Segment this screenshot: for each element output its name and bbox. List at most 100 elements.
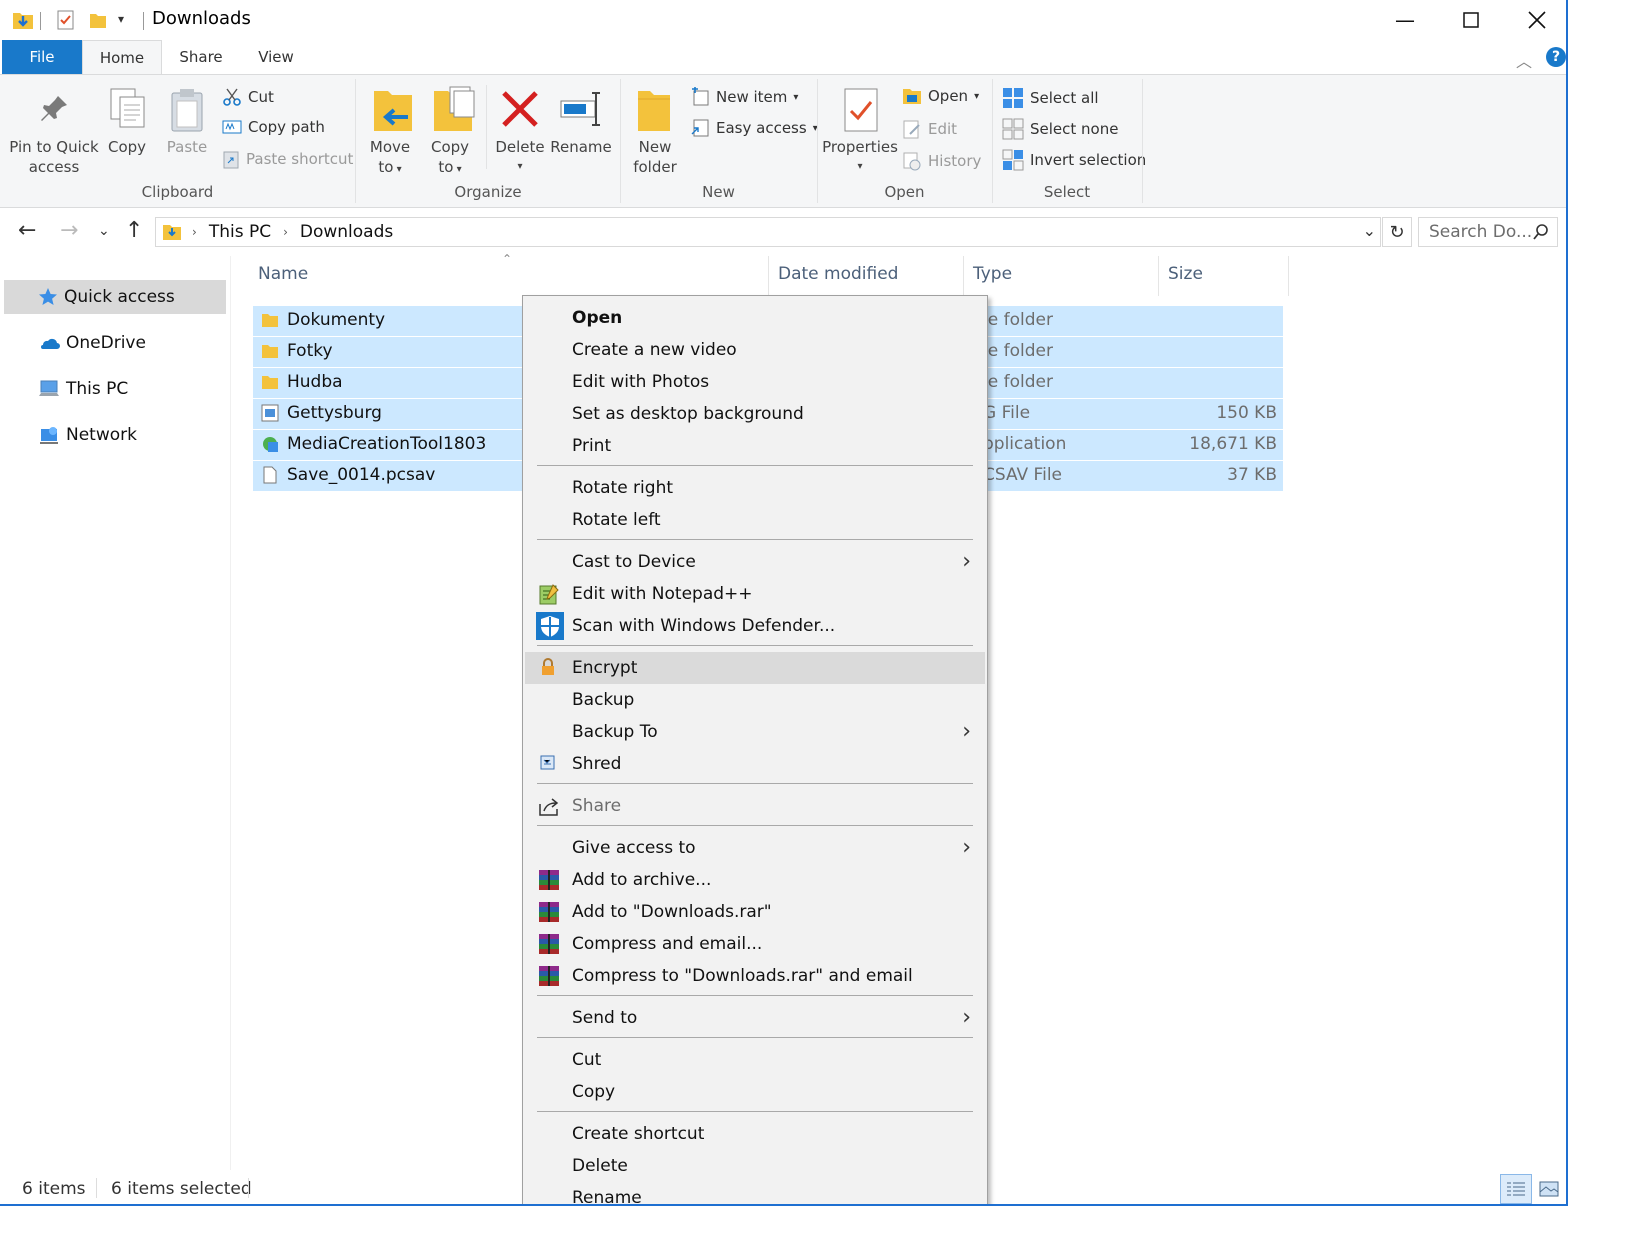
recent-locations-chevron-icon[interactable]: ⌄ — [98, 223, 110, 239]
menu-item-backup[interactable]: Backup — [525, 684, 985, 716]
edit-button[interactable]: Edit — [902, 119, 957, 139]
address-bar[interactable]: › This PC › Downloads ⌄ — [155, 217, 1381, 247]
pin-to-quick-access-button[interactable]: Pin to Quick access — [8, 137, 100, 177]
select-none-button[interactable]: Select none — [1002, 118, 1118, 140]
copy-path-button[interactable]: Copy path — [222, 118, 325, 136]
menu-item-compress-email[interactable]: Compress and email... — [525, 928, 985, 960]
back-arrow-icon[interactable]: ← — [18, 218, 36, 243]
menu-label: Compress and email... — [572, 934, 763, 954]
menu-item-delete[interactable]: Delete — [525, 1150, 985, 1182]
column-header-name[interactable]: Name — [258, 264, 308, 290]
breadcrumb-downloads[interactable]: Downloads — [300, 222, 393, 242]
minimize-button[interactable]: — — [1372, 0, 1438, 40]
file-type: CSAV File — [983, 465, 1062, 485]
nav-item-onedrive[interactable]: OneDrive — [4, 326, 226, 360]
easy-access-button[interactable]: Easy access ▾ — [690, 118, 818, 138]
menu-item-create-shortcut[interactable]: Create shortcut — [525, 1118, 985, 1150]
new-folder-quick-icon[interactable] — [88, 10, 108, 30]
move-to-icon — [374, 91, 412, 131]
menu-item-share[interactable]: Share — [525, 790, 985, 822]
column-header-date-modified[interactable]: Date modified — [778, 264, 898, 290]
history-button[interactable]: History — [902, 151, 981, 171]
menu-item-scan-defender[interactable]: Scan with Windows Defender... — [525, 610, 985, 642]
menu-separator — [537, 995, 973, 996]
menu-label: Print — [572, 436, 612, 456]
details-view-button[interactable] — [1500, 1174, 1532, 1204]
help-icon[interactable]: ? — [1546, 47, 1566, 67]
close-button[interactable] — [1504, 0, 1566, 40]
maximize-button[interactable] — [1438, 0, 1504, 40]
open-label: Open — [928, 87, 969, 105]
cut-button[interactable]: Cut — [222, 87, 274, 107]
menu-item-copy[interactable]: Copy — [525, 1076, 985, 1108]
move-to-button[interactable]: Move to ▾ — [362, 137, 418, 180]
menu-label: Give access to — [572, 838, 696, 858]
large-icons-view-button[interactable] — [1536, 1176, 1562, 1202]
refresh-button[interactable]: ↻ — [1382, 217, 1412, 247]
rename-button[interactable]: Rename — [550, 137, 612, 157]
menu-item-give-access[interactable]: Give access to › — [525, 832, 985, 864]
paste-button[interactable]: Paste — [164, 137, 210, 157]
paste-clipboard-icon — [171, 89, 203, 132]
menu-item-edit-photos[interactable]: Edit with Photos — [525, 366, 985, 398]
menu-item-edit-notepad[interactable]: Edit with Notepad++ — [525, 578, 985, 610]
menu-item-rotate-left[interactable]: Rotate left — [525, 504, 985, 536]
delete-button[interactable]: Delete ▾ — [492, 137, 548, 177]
item-count: 6 items — [22, 1179, 86, 1199]
tab-file[interactable]: File — [2, 40, 82, 74]
search-input[interactable]: Search Do... — [1418, 217, 1558, 247]
menu-item-cast-to-device[interactable]: Cast to Device › — [525, 546, 985, 578]
menu-item-rename[interactable]: Rename — [525, 1182, 985, 1204]
tab-view[interactable]: View — [244, 40, 308, 74]
menu-item-create-video[interactable]: Create a new video — [525, 334, 985, 366]
properties-checkmark-icon[interactable] — [56, 10, 76, 30]
copy-button[interactable]: Copy — [104, 137, 150, 157]
menu-item-add-to-rar[interactable]: Add to "Downloads.rar" — [525, 896, 985, 928]
menu-item-set-background[interactable]: Set as desktop background — [525, 398, 985, 430]
open-button[interactable]: Open ▾ — [902, 87, 979, 105]
properties-button[interactable]: Properties ▾ — [822, 137, 898, 177]
up-arrow-icon[interactable]: ↑ — [125, 218, 143, 243]
nav-item-network[interactable]: Network — [4, 418, 226, 452]
file-name: Fotky — [287, 341, 333, 361]
menu-item-send-to[interactable]: Send to › — [525, 1002, 985, 1034]
pin-label-line2: access — [28, 158, 80, 176]
paste-shortcut-button[interactable]: Paste shortcut — [222, 149, 353, 169]
menu-item-add-archive[interactable]: Add to archive... — [525, 864, 985, 896]
collapse-ribbon-icon[interactable]: ︿ — [1516, 48, 1532, 72]
menu-separator — [537, 539, 973, 540]
customize-toolbar-icon[interactable]: ▾ — [118, 12, 124, 26]
pin-label-line1: Pin to Quick — [9, 138, 99, 156]
column-header-type[interactable]: Type — [973, 264, 1012, 290]
ribbon-tabs: File Home Share View ︿ ? — [0, 40, 1566, 75]
menu-item-backup-to[interactable]: Backup To › — [525, 716, 985, 748]
copy-icon — [110, 88, 145, 128]
invert-selection-button[interactable]: Invert selection — [1002, 149, 1146, 171]
new-folder-icon — [638, 91, 670, 131]
menu-item-encrypt[interactable]: Encrypt — [525, 652, 985, 684]
menu-item-print[interactable]: Print — [525, 430, 985, 462]
menu-item-cut[interactable]: Cut — [525, 1044, 985, 1076]
nav-item-quick-access[interactable]: Quick access — [4, 280, 226, 314]
breadcrumb-this-pc[interactable]: This PC — [209, 222, 271, 242]
menu-item-rotate-right[interactable]: Rotate right — [525, 472, 985, 504]
menu-item-open[interactable]: Open — [525, 302, 985, 334]
breadcrumb-separator-icon: › — [192, 225, 197, 239]
nav-item-this-pc[interactable]: This PC — [4, 372, 226, 406]
copy-to-button[interactable]: Copy to ▾ — [422, 137, 478, 180]
new-item-button[interactable]: New item ▾ — [690, 87, 798, 107]
tab-share[interactable]: Share — [166, 40, 236, 74]
search-icon — [1533, 224, 1548, 240]
column-header-size[interactable]: Size — [1168, 264, 1203, 290]
forward-arrow-icon[interactable]: → — [60, 218, 78, 243]
new-folder-button[interactable]: New folder — [628, 137, 682, 177]
menu-label: Shred — [572, 754, 622, 774]
lock-icon — [542, 658, 554, 675]
menu-item-shred[interactable]: Shred — [525, 748, 985, 780]
tab-home[interactable]: Home — [82, 40, 162, 75]
explorer-window: ▾ Downloads — File Home Share View ︿ ? P… — [0, 0, 1568, 1206]
menu-item-compress-rar-email[interactable]: Compress to "Downloads.rar" and email — [525, 960, 985, 992]
downloads-folder-icon — [13, 13, 33, 29]
select-all-button[interactable]: Select all — [1002, 87, 1099, 109]
address-dropdown-chevron-icon[interactable]: ⌄ — [1363, 221, 1376, 240]
